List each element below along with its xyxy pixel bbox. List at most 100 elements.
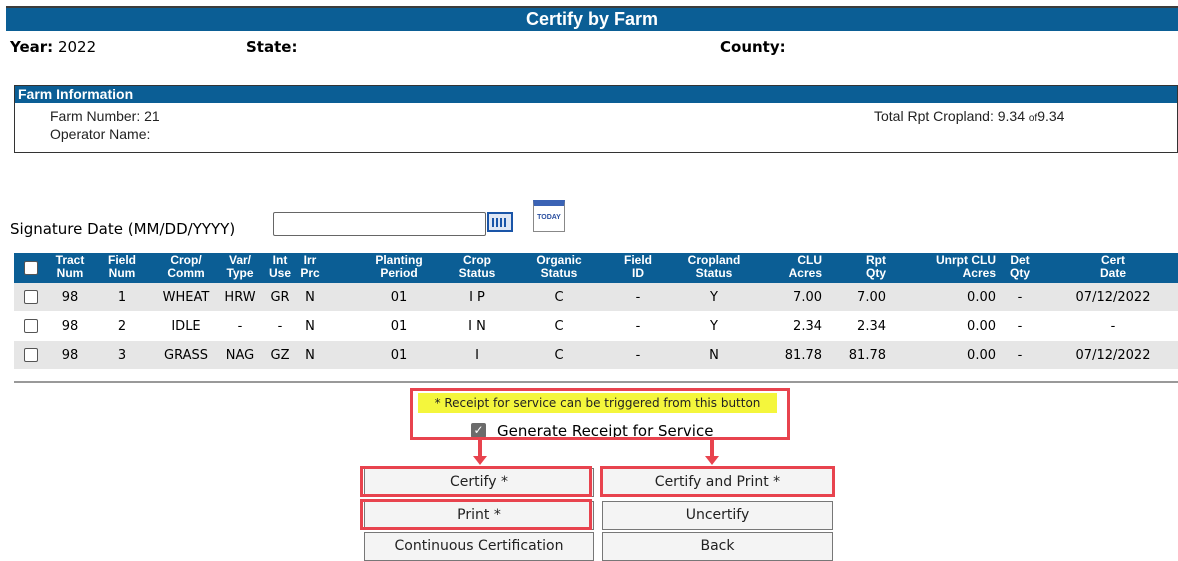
column-header-line2: Prc	[300, 266, 320, 280]
column-header-line2: Qty	[1009, 266, 1030, 280]
column-header: Planting Period	[366, 254, 432, 280]
table-cell: 98	[61, 290, 79, 305]
table-cell: 2.34	[857, 319, 886, 334]
table-cell: 81.78	[784, 348, 822, 363]
table-cell: C	[554, 290, 564, 305]
column-header-line2: Num	[56, 266, 84, 280]
table-cell: I	[475, 348, 479, 363]
table-cell: GRASS	[164, 348, 208, 363]
table-cell: -	[1017, 348, 1023, 363]
column-header: Int Use	[264, 254, 296, 280]
operator-name: Operator Name:	[50, 126, 151, 142]
table-cell: 3	[117, 348, 127, 363]
table-cell: -	[277, 319, 283, 334]
table-row[interactable]: 98 3 GRASS NAG GZ N 01 I C - N 81.78 81.78 0.00 - 07/12…	[14, 341, 1178, 370]
column-header-line2: Num	[108, 266, 136, 280]
column-header-line2: Type	[226, 266, 254, 280]
table-cell: 0.00	[967, 348, 996, 363]
table-cell: C	[554, 319, 564, 334]
row-select-checkbox[interactable]	[24, 348, 38, 362]
divider	[14, 381, 1178, 383]
column-header-line2: Qty	[865, 266, 886, 280]
total-rpt-cropland-value: 9.34	[1037, 108, 1065, 124]
today-icon[interactable]: TODAY	[533, 200, 565, 232]
table-cell: N	[305, 319, 315, 334]
table-cell: -	[635, 319, 641, 334]
column-header-line2: Acres	[788, 266, 822, 280]
table-cell: 0.00	[967, 319, 996, 334]
column-header-line2: Period	[380, 266, 418, 280]
column-header: Field Num	[104, 254, 140, 280]
column-header: Rpt Qty	[840, 254, 886, 280]
table-cell: NAG	[225, 348, 255, 363]
farm-number: Farm Number: 21	[50, 108, 160, 124]
table-cell: -	[635, 348, 641, 363]
annotation-arrow-right	[705, 440, 719, 465]
column-header-line2: Acres	[962, 266, 996, 280]
column-header: Cropland Status	[674, 254, 754, 280]
crop-table: Tract Num Field Num Crop/Comm Var/Type Int Use I…	[14, 253, 1178, 370]
column-header-line2: Use	[268, 266, 291, 280]
annotation-arrow-left	[473, 440, 487, 465]
table-cell: I P	[469, 290, 485, 305]
continuous-certification-button[interactable]: Continuous Certification	[364, 532, 594, 561]
total-rpt-cropland: Total Rpt Cropland: 9.34 of9.34	[874, 108, 1064, 124]
table-cell: Y	[710, 319, 718, 334]
county-label: County:	[720, 38, 786, 56]
table-cell: GZ	[270, 348, 290, 363]
table-row[interactable]: 98 1 WHEAT HRW GR N 01 I P C - Y 7.00 7.00 0.00 - 07/12…	[14, 283, 1178, 312]
back-button[interactable]: Back	[602, 532, 833, 561]
table-row[interactable]: 98 2 IDLE - - N 01 I N C - Y 2.34 2.34 0.00 - -	[14, 312, 1178, 341]
column-header: Cert Date	[1066, 254, 1160, 280]
table-cell: 0.00	[967, 290, 996, 305]
table-header: Tract Num Field Num Crop/Comm Var/Type Int Use I…	[14, 253, 1178, 283]
row-select-checkbox[interactable]	[24, 319, 38, 333]
annotation-box-certify	[360, 466, 592, 497]
table-cell: IDLE	[171, 319, 201, 334]
column-header-line2: ID	[632, 266, 644, 280]
table-cell: 01	[390, 348, 408, 363]
table-cell: 07/12/2022	[1075, 348, 1151, 363]
column-header-line2: Status	[540, 266, 578, 280]
table-cell: 2	[117, 319, 127, 334]
total-rpt-cropland-prefix: Total Rpt Cropland: 9.34	[874, 108, 1025, 124]
table-cell: C	[554, 348, 564, 363]
table-cell: 81.78	[848, 348, 886, 363]
table-cell: 01	[390, 319, 408, 334]
table-cell: 98	[61, 319, 79, 334]
column-header-line2: Status	[695, 266, 733, 280]
column-header: Tract Num	[52, 254, 88, 280]
farm-information-header: Farm Information	[15, 86, 1177, 103]
column-header: Field ID	[619, 254, 657, 280]
annotation-box-receipt	[410, 388, 790, 440]
uncertify-button[interactable]: Uncertify	[602, 501, 833, 530]
signature-date-input[interactable]	[273, 212, 486, 236]
year-label: Year:	[10, 38, 54, 56]
calendar-icon[interactable]	[487, 212, 513, 232]
column-header-line2: Date	[1099, 266, 1126, 280]
table-cell: HRW	[224, 290, 256, 305]
year-value: 2022	[57, 38, 97, 56]
table-cell: GR	[270, 290, 290, 305]
state-field: State:	[246, 38, 297, 56]
row-select-checkbox[interactable]	[24, 290, 38, 304]
state-label: State:	[246, 38, 298, 56]
column-header: Det Qty	[1004, 254, 1036, 280]
table-cell: 7.00	[857, 290, 886, 305]
column-header: CLU Acres	[776, 254, 822, 280]
select-all-checkbox[interactable]	[24, 261, 38, 275]
total-rpt-cropland-of: of	[1028, 113, 1038, 124]
table-cell: N	[305, 348, 315, 363]
table-cell: Y	[710, 290, 718, 305]
column-header: Crop Status	[452, 254, 502, 280]
table-cell: N	[709, 348, 719, 363]
table-cell: -	[237, 319, 243, 334]
column-header: Irr Prc	[296, 254, 324, 280]
annotation-box-print	[360, 499, 592, 530]
table-cell: -	[635, 290, 641, 305]
table-cell: 7.00	[793, 290, 822, 305]
table-cell: I N	[468, 319, 486, 334]
table-cell: -	[1110, 319, 1116, 334]
table-cell: 07/12/2022	[1075, 290, 1151, 305]
table-cell: WHEAT	[162, 290, 210, 305]
